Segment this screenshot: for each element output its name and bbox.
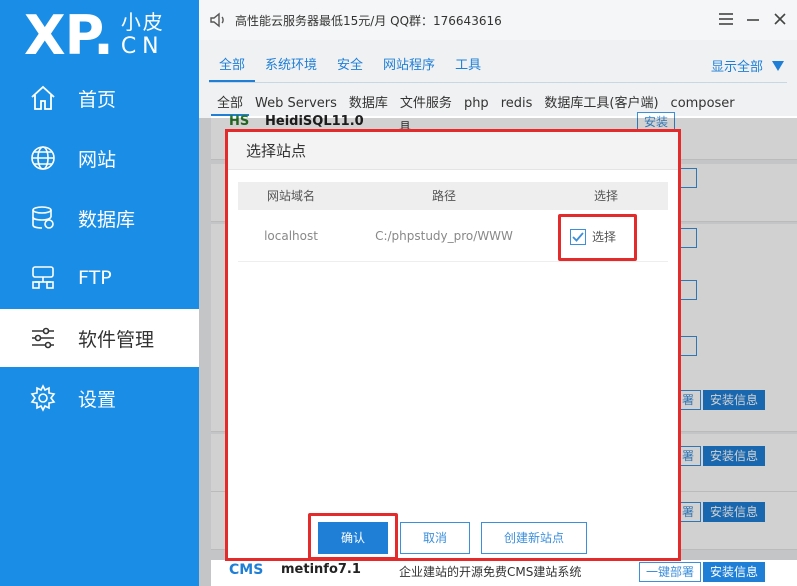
site-domain: localhost bbox=[264, 229, 318, 243]
tab-all[interactable]: 全部 bbox=[209, 54, 256, 82]
sidebar-item-ftp[interactable]: FTP bbox=[0, 249, 199, 307]
sidebar-item-home[interactable]: 首页 bbox=[0, 69, 199, 127]
sidebar-item-database[interactable]: 数据库 bbox=[0, 189, 199, 247]
dialog-title: 选择站点 bbox=[228, 132, 678, 170]
confirm-button[interactable]: 确认 bbox=[318, 522, 388, 554]
header-select: 选择 bbox=[593, 189, 618, 203]
database-icon bbox=[28, 203, 58, 233]
close-icon[interactable] bbox=[769, 8, 791, 30]
subtab-composer[interactable]: composer bbox=[665, 94, 741, 116]
sidebar-item-settings[interactable]: 设置 bbox=[0, 369, 199, 427]
metinfo-desc: 企业建站的开源免费CMS建站系统 bbox=[399, 565, 582, 579]
tab-tools[interactable]: 工具 bbox=[445, 54, 491, 82]
tab-security[interactable]: 安全 bbox=[327, 54, 373, 82]
list-item-metinfo: CMS metinfo7.1 企业建站的开源免费CMS建站系统 一键部署 安装信… bbox=[211, 560, 797, 586]
subtab-redis[interactable]: redis bbox=[495, 94, 539, 116]
cms-logo: CMS bbox=[229, 562, 264, 578]
show-all-toggle[interactable]: 显示全部 bbox=[711, 56, 785, 75]
top-bar: 高性能云服务器最低15元/月 QQ群：176643616 bbox=[199, 0, 797, 40]
site-path: C:/phpstudy_pro/WWW bbox=[375, 229, 513, 243]
menu-icon[interactable] bbox=[715, 8, 737, 30]
tab-system-env[interactable]: 系统环境 bbox=[255, 54, 327, 82]
globe-icon bbox=[28, 143, 58, 173]
triangle-down-icon bbox=[772, 60, 784, 71]
app-logo: XP. 小皮 CN bbox=[24, 4, 165, 68]
ftp-server-icon bbox=[28, 263, 58, 293]
logo-xp: XP. bbox=[24, 4, 114, 67]
logo-bottom: CN bbox=[120, 34, 165, 59]
subtab-web-servers[interactable]: Web Servers bbox=[249, 94, 343, 116]
ad-text[interactable]: 高性能云服务器最低15元/月 QQ群：176643616 bbox=[235, 12, 502, 29]
subtab-php[interactable]: php bbox=[458, 94, 495, 116]
subtab-database[interactable]: 数据库 bbox=[343, 94, 394, 116]
logo-top: 小皮 bbox=[120, 10, 165, 34]
gear-icon bbox=[28, 383, 58, 413]
category-tabs: 全部 系统环境 安全 网站程序 工具 bbox=[209, 54, 491, 82]
sliders-icon bbox=[28, 323, 58, 353]
sidebar-item-website[interactable]: 网站 bbox=[0, 129, 199, 187]
metinfo-name: metinfo7.1 bbox=[281, 562, 361, 577]
sidebar-item-software[interactable]: 软件管理 bbox=[0, 309, 199, 367]
select-site-dialog: 选择站点 网站域名 路径 选择 localhost C:/phpstudy_pr… bbox=[228, 132, 678, 560]
tab-web-apps[interactable]: 网站程序 bbox=[373, 54, 445, 82]
subtab-all[interactable]: 全部 bbox=[211, 94, 250, 116]
sidebar: XP. 小皮 CN 首页 网站 数据库 FTP 软件管理 设置 bbox=[0, 0, 199, 586]
speaker-icon bbox=[210, 12, 224, 28]
subtab-file-service[interactable]: 文件服务 bbox=[394, 94, 458, 116]
select-checkbox[interactable]: 选择 bbox=[570, 228, 616, 245]
header-domain: 网站域名 bbox=[266, 189, 315, 203]
deploy-button[interactable]: 一键部署 bbox=[639, 562, 702, 582]
header-path: 路径 bbox=[431, 189, 456, 203]
table-header: 网站域名 路径 选择 bbox=[238, 182, 668, 210]
check-icon[interactable] bbox=[570, 228, 586, 245]
home-icon bbox=[28, 83, 58, 113]
install-info-button[interactable]: 安装信息 bbox=[703, 562, 766, 582]
create-site-button[interactable]: 创建新站点 bbox=[481, 522, 587, 554]
cancel-button[interactable]: 取消 bbox=[400, 522, 470, 554]
divider bbox=[209, 82, 787, 83]
minimize-icon[interactable] bbox=[742, 8, 764, 30]
